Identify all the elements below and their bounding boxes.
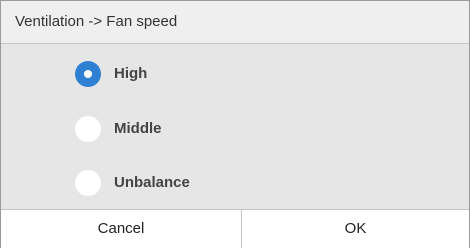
- ok-button[interactable]: OK: [242, 210, 469, 248]
- option-high-label: High: [114, 65, 148, 82]
- cancel-button[interactable]: Cancel: [1, 210, 242, 248]
- fan-speed-options: High Middle Unbalance: [1, 44, 469, 209]
- option-high[interactable]: High: [75, 61, 375, 89]
- option-unbalance[interactable]: Unbalance: [75, 170, 375, 198]
- option-unbalance-label: Unbalance: [114, 174, 190, 191]
- radio-middle[interactable]: [75, 116, 101, 142]
- radio-high[interactable]: [75, 61, 101, 87]
- dialog-title-bar: Ventilation -> Fan speed: [1, 1, 469, 44]
- radio-unbalance[interactable]: [75, 170, 101, 196]
- option-middle-label: Middle: [114, 120, 162, 137]
- dialog-button-bar: Cancel OK: [1, 209, 469, 248]
- option-middle[interactable]: Middle: [75, 116, 375, 144]
- fan-speed-dialog: Ventilation -> Fan speed High Middle Unb…: [0, 0, 470, 248]
- dialog-title: Ventilation -> Fan speed: [15, 13, 178, 30]
